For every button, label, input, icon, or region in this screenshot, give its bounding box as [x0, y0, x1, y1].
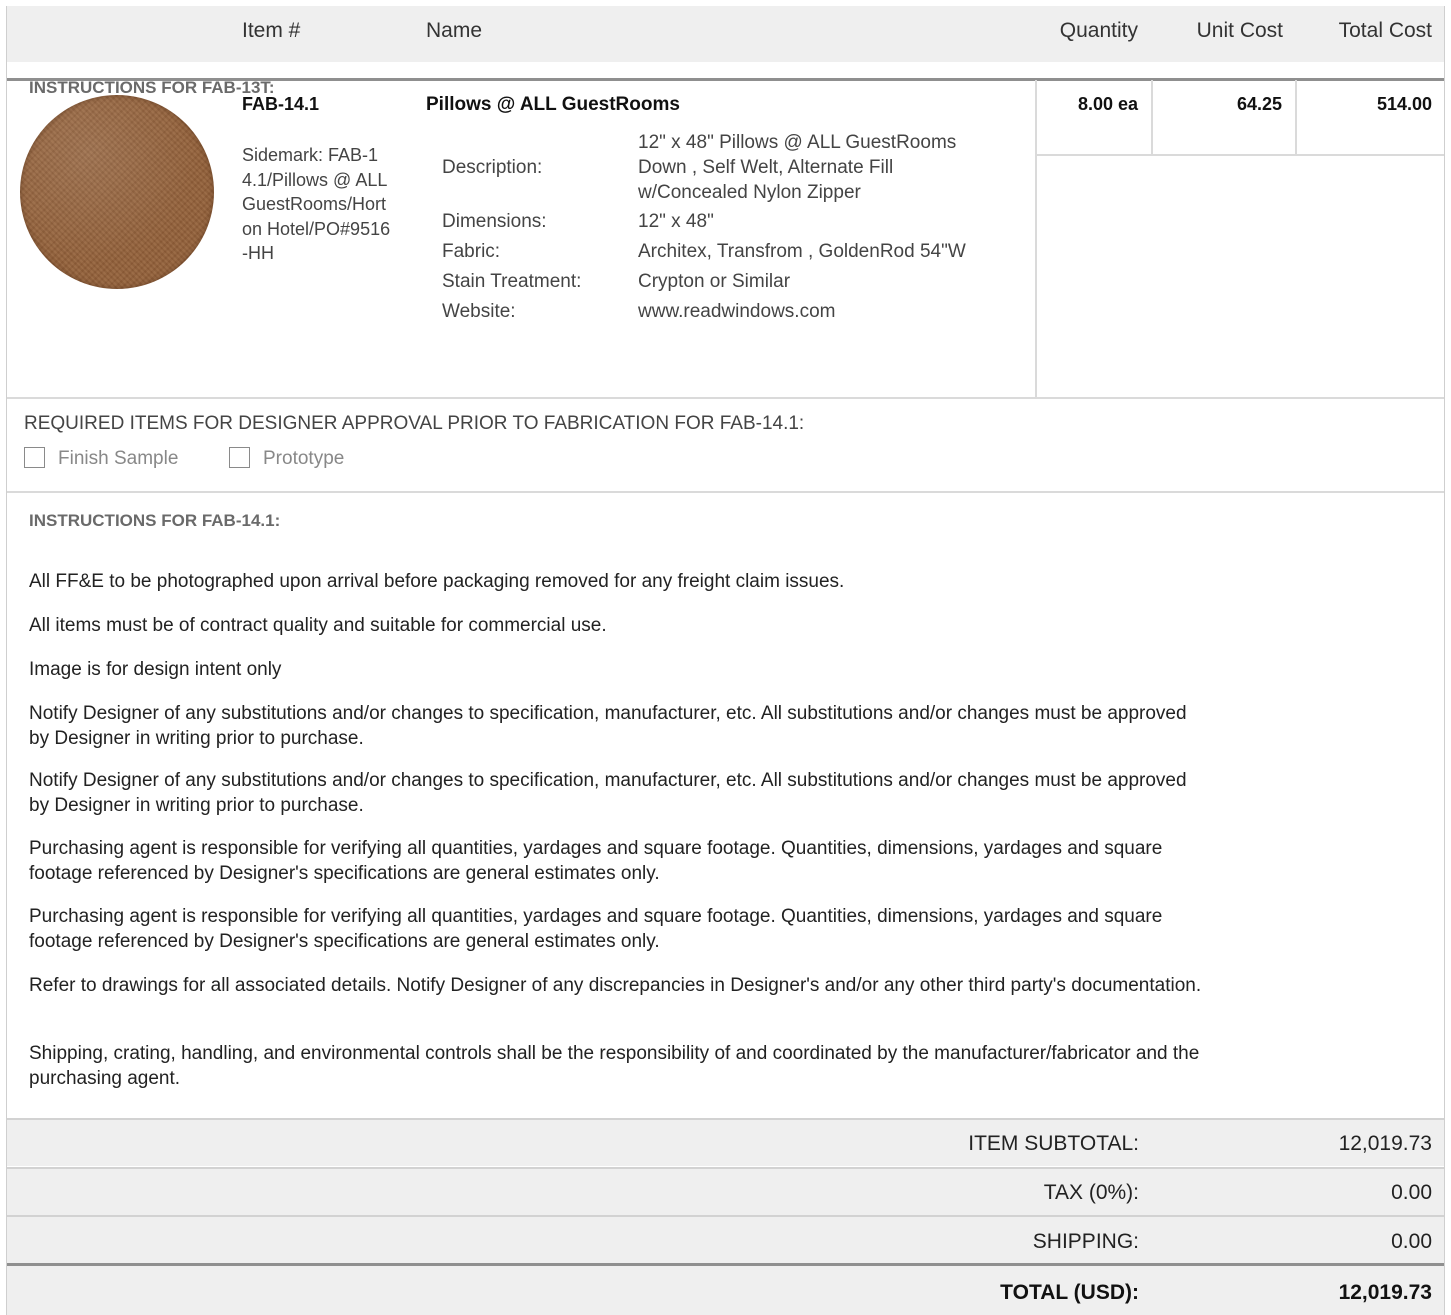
item-quantity: 8.00 ea	[1077, 94, 1138, 114]
header-item-number: Item #	[242, 19, 301, 42]
shipping-row	[7, 1217, 1444, 1263]
cost-row-divider	[1035, 154, 1444, 156]
spec-dimensions-label: Dimensions:	[442, 211, 547, 232]
spec-dimensions-value: 12" x 48"	[638, 211, 714, 232]
tax-label: TAX (0%):	[1043, 1181, 1139, 1204]
total-cost-divider	[1295, 80, 1297, 155]
instruction-paragraph: Purchasing agent is responsible for veri…	[29, 838, 1163, 884]
spec-description-value-line2: Down , Self Welt, Alternate Fill	[638, 157, 894, 178]
subtotal-row	[7, 1120, 1444, 1166]
instruction-paragraph: Shipping, crating, handling, and environ…	[29, 1043, 1200, 1089]
instruction-paragraph: All FF&E to be photographed upon arrival…	[29, 571, 845, 592]
item-unit-cost: 64.25	[1236, 94, 1282, 114]
shipping-label: SHIPPING:	[1032, 1230, 1139, 1253]
header-quantity: Quantity	[1059, 19, 1138, 42]
prototype-label: Prototype	[263, 448, 345, 469]
spec-description-value-line1: 12" x 48" Pillows @ ALL GuestRooms	[638, 132, 957, 153]
header-unit-cost: Unit Cost	[1196, 19, 1283, 42]
approval-requirements-title: REQUIRED ITEMS FOR DESIGNER APPROVAL PRI…	[24, 413, 805, 434]
instruction-paragraph: Purchasing agent is responsible for veri…	[29, 906, 1163, 952]
instruction-paragraph: Notify Designer of any substitutions and…	[29, 770, 1187, 816]
spec-description-value-line3: w/Concealed Nylon Zipper	[638, 182, 861, 203]
spec-website-label: Website:	[442, 301, 516, 322]
finish-sample-checkbox[interactable]	[24, 447, 45, 468]
tax-row	[7, 1169, 1444, 1215]
instruction-paragraph: Refer to drawings for all associated det…	[29, 975, 1202, 996]
item-number: FAB-14.1	[242, 94, 320, 114]
item-total-cost: 514.00	[1376, 94, 1432, 114]
spec-fabric-value: Architex, Transfrom , GoldenRod 54"W	[638, 241, 966, 262]
cost-column-divider	[1035, 80, 1037, 398]
fabric-swatch-image	[20, 95, 214, 289]
spec-stain-label: Stain Treatment:	[442, 271, 582, 292]
instruction-paragraph: Image is for design intent only	[29, 659, 282, 680]
unit-cost-divider	[1151, 80, 1153, 155]
spec-stain-value: Crypton or Similar	[638, 271, 791, 292]
grand-total-label: TOTAL (USD):	[1000, 1281, 1139, 1304]
header-name: Name	[426, 19, 483, 42]
approval-divider	[7, 491, 1444, 493]
grand-total-value: 12,019.73	[1338, 1281, 1432, 1304]
instructions-title: INSTRUCTIONS FOR FAB-14.1:	[29, 511, 281, 530]
spec-fabric-label: Fabric:	[442, 241, 501, 262]
instruction-paragraph: All items must be of contract quality an…	[29, 615, 607, 636]
spec-description-label: Description:	[442, 157, 543, 178]
item-sidemark: Sidemark: FAB-14.1/Pillows @ ALL GuestRo…	[242, 145, 391, 263]
subtotal-label: ITEM SUBTOTAL:	[968, 1132, 1139, 1155]
spec-website-value: www.readwindows.com	[638, 301, 836, 322]
header-total-cost: Total Cost	[1338, 19, 1432, 42]
overlapping-instructions-heading: INSTRUCTIONS FOR FAB-13T:	[29, 78, 275, 97]
grand-total-row	[7, 1266, 1444, 1315]
item-name: Pillows @ ALL GuestRooms	[426, 94, 680, 115]
prototype-checkbox[interactable]	[229, 447, 250, 468]
instruction-paragraph: Notify Designer of any substitutions and…	[29, 703, 1187, 749]
shipping-value: 0.00	[1391, 1230, 1432, 1253]
item-row-divider	[7, 397, 1444, 399]
subtotal-value: 12,019.73	[1338, 1132, 1432, 1155]
finish-sample-label: Finish Sample	[58, 448, 179, 469]
tax-value: 0.00	[1391, 1181, 1432, 1204]
